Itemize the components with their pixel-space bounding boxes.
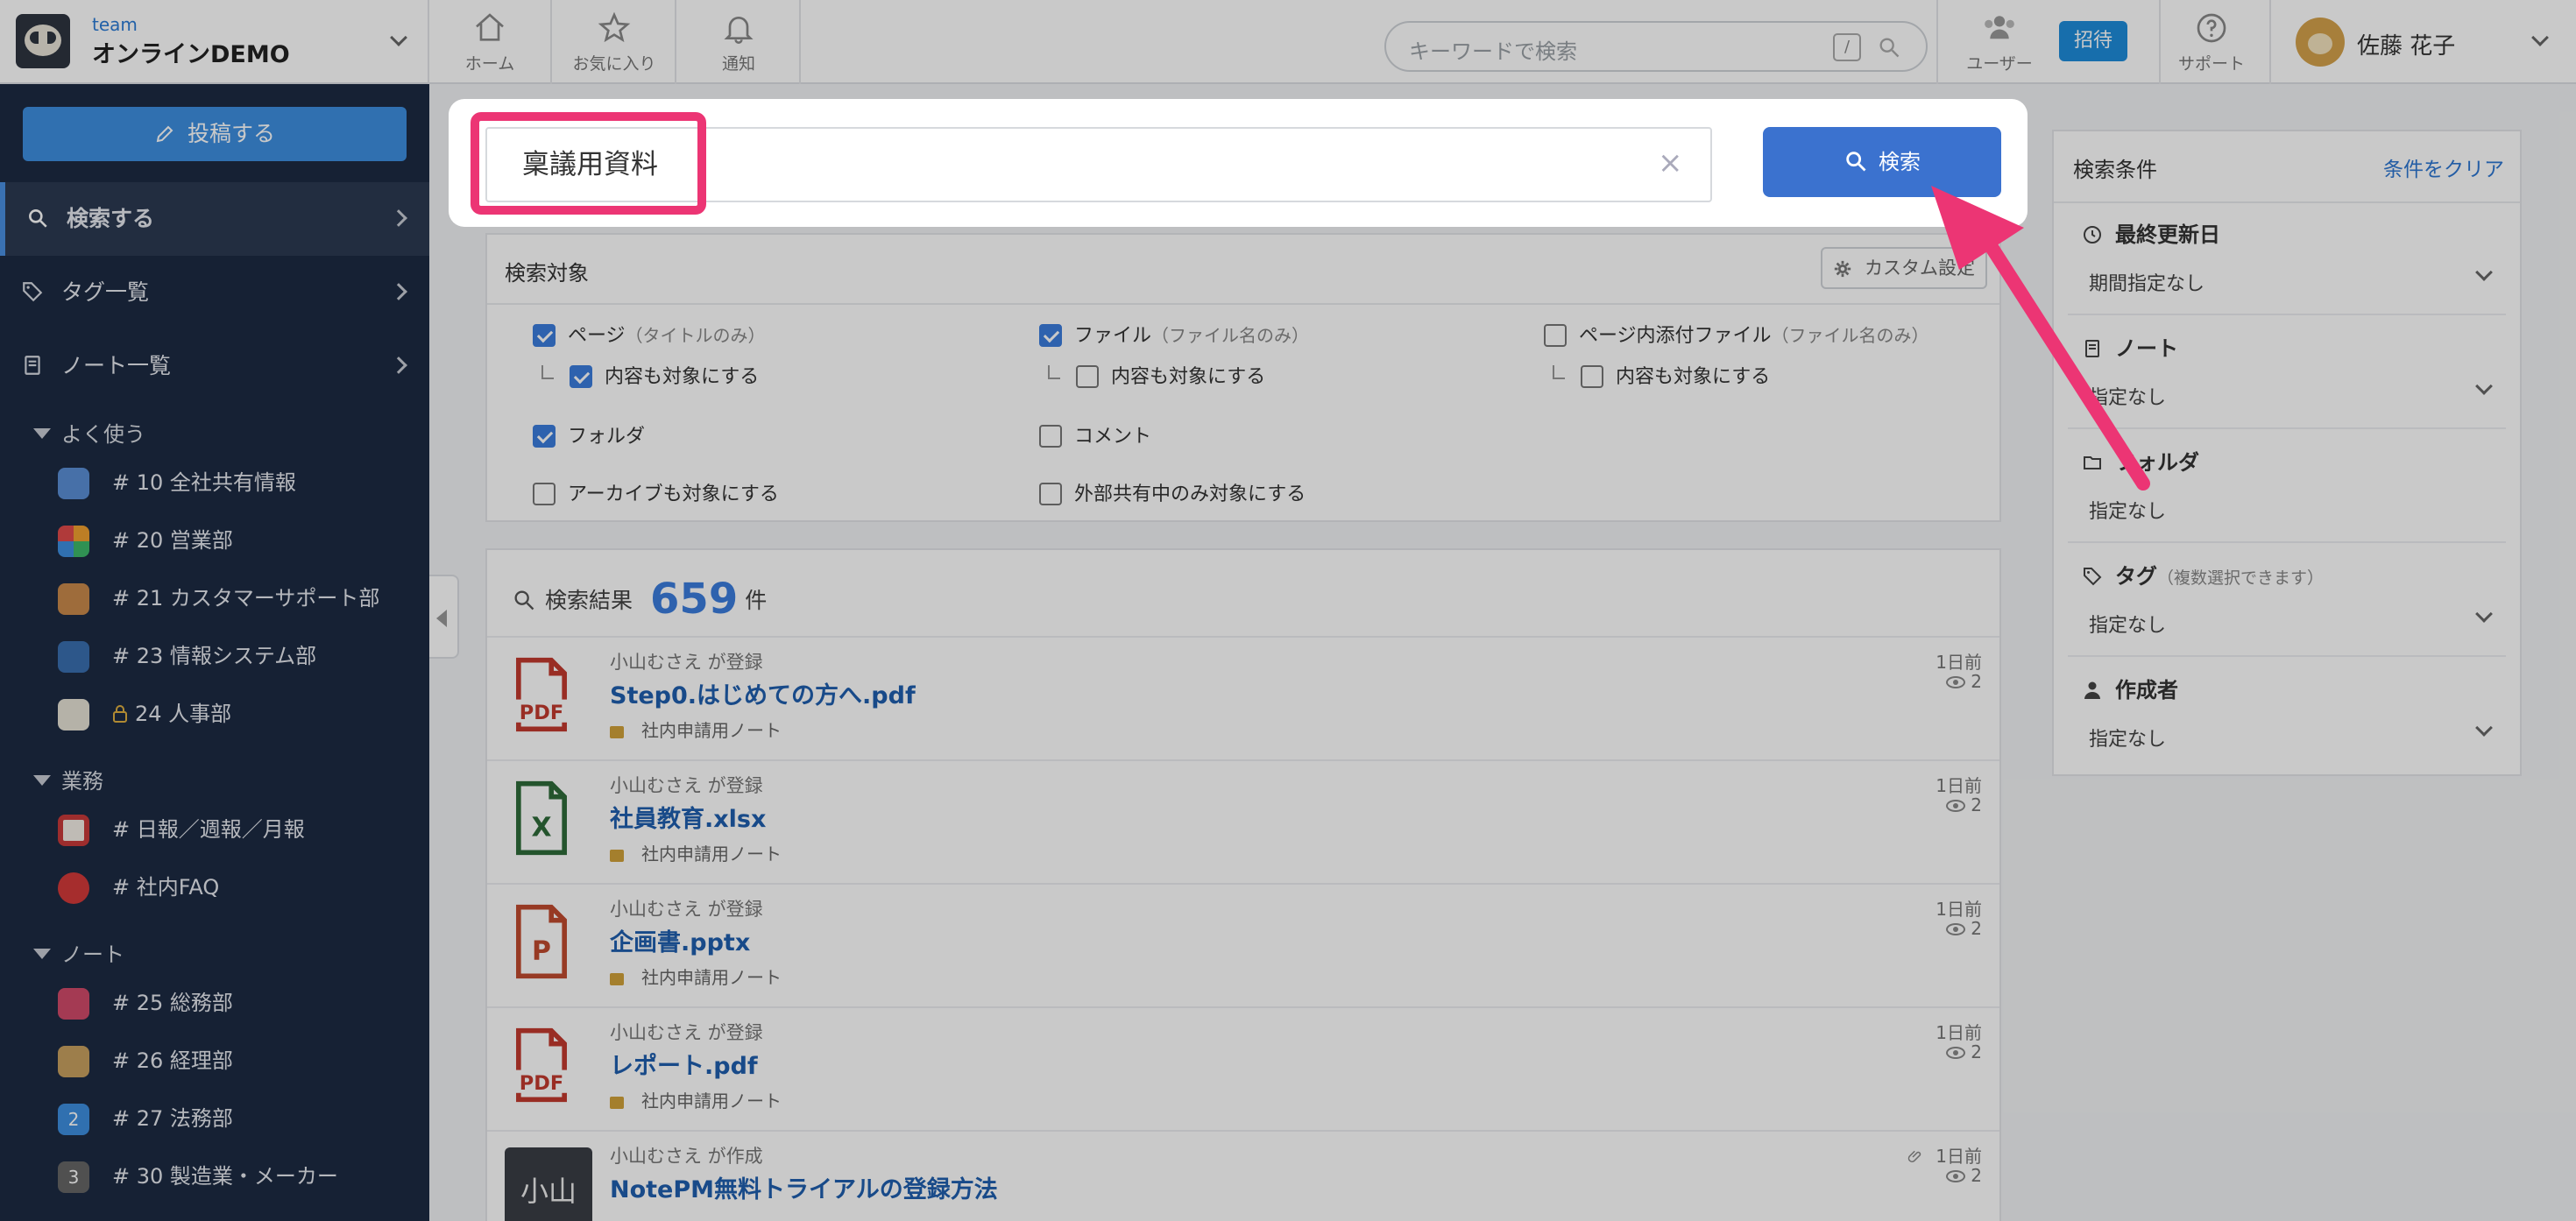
arrow-shaft: [1973, 222, 2150, 491]
pointer-arrow: [1931, 186, 2150, 491]
arrow-head: [1931, 186, 2024, 270]
